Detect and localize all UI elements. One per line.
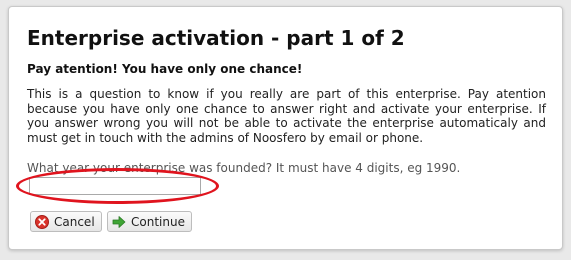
cancel-icon	[35, 214, 49, 229]
explanation-text: This is a question to know if you really…	[27, 87, 546, 145]
arrow-right-icon	[112, 215, 126, 229]
activation-dialog: Enterprise activation - part 1 of 2 Pay …	[8, 6, 563, 250]
cancel-button-label: Cancel	[54, 214, 95, 229]
page-title: Enterprise activation - part 1 of 2	[27, 26, 405, 50]
continue-button-label: Continue	[131, 214, 185, 229]
question-label: What year your enterprise was founded? I…	[27, 161, 461, 175]
cancel-button[interactable]: Cancel	[30, 211, 102, 232]
founding-year-input[interactable]	[29, 177, 201, 195]
continue-button[interactable]: Continue	[107, 211, 192, 232]
warning-text: Pay atention! You have only one chance!	[27, 62, 303, 76]
